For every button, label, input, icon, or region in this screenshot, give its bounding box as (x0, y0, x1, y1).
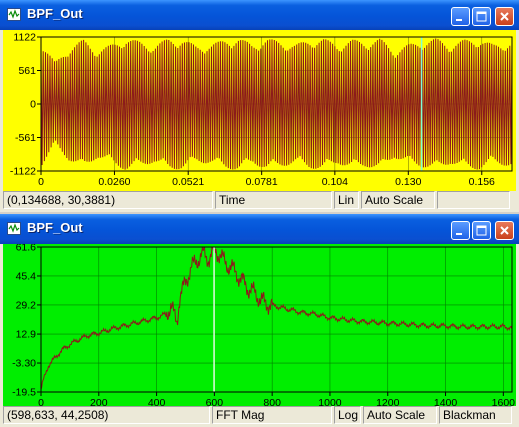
close-button[interactable] (495, 221, 514, 240)
maximize-button[interactable] (472, 221, 491, 240)
window-title: BPF_Out (27, 6, 83, 21)
waveform-icon (7, 8, 21, 21)
x-quantity-label: Time (215, 191, 332, 209)
y-tick-label: 12.9 (16, 329, 37, 341)
y-tick-label: 29.2 (16, 299, 37, 311)
y-tick-label: 45.4 (16, 270, 37, 282)
x-tick-label: 0.0260 (98, 176, 130, 188)
x-tick-label: 1200 (376, 397, 400, 406)
x-tick-label: 0.156 (469, 176, 495, 188)
minimize-button[interactable] (451, 221, 470, 240)
x-tick-label: 1600 (492, 397, 516, 406)
y-tick-label: -19.5 (12, 387, 36, 399)
time-waveform-chart[interactable]: 11225610-561-11220 0.0260 0.0521 0.0781 0.10… (3, 30, 516, 191)
cursor-coordinates: (0,134688, 30,3881) (3, 191, 213, 209)
x-tick-label: 200 (90, 397, 108, 406)
title-bar[interactable]: BPF_Out (0, 0, 519, 30)
fft-magnitude-chart[interactable]: 61.6 45.4 29.2 12.9 -3.30 -19.50 200 400 600 800 1… (3, 244, 516, 406)
y-tick-label: 1122 (13, 32, 36, 44)
fft-plot-window[interactable]: BPF_Out 61.6 45.4 29.2 12.9 -3.30 -19.5 0 200 40… (0, 214, 519, 427)
scale-mode-toggle[interactable]: Lin (334, 191, 359, 209)
x-tick-label: 0 (38, 176, 44, 188)
close-button[interactable] (495, 7, 514, 26)
window-function-label (437, 191, 510, 209)
scale-mode-toggle[interactable]: Log (334, 406, 361, 424)
x-tick-label: 0.130 (395, 176, 421, 188)
y-tick-label: -561 (15, 132, 36, 144)
waveform-icon (7, 222, 21, 235)
auto-scale-toggle[interactable]: Auto Scale (361, 191, 435, 209)
y-tick-label: -1122 (10, 166, 36, 178)
window-title: BPF_Out (27, 220, 83, 235)
x-quantity-label: FFT Mag (212, 406, 332, 424)
status-bar: (598,633, 44,2508) FFT Mag Log Auto Scal… (3, 406, 516, 424)
maximize-button[interactable] (472, 7, 491, 26)
time-waveform-plot[interactable]: 1122 561 0 -561 -1122 0 0.0260 0.0521 0.0781 0.10… (3, 30, 516, 191)
window-function-label: Blackman (439, 406, 512, 424)
x-tick-label: 0.0521 (172, 176, 204, 188)
x-tick-label: 1400 (434, 397, 458, 406)
y-tick-label: -3.30 (12, 358, 36, 370)
x-tick-label: 0 (38, 397, 44, 406)
x-tick-label: 0.0781 (246, 176, 278, 188)
y-tick-label: 61.6 (16, 244, 37, 254)
x-tick-label: 600 (206, 397, 224, 406)
auto-scale-toggle[interactable]: Auto Scale (363, 406, 437, 424)
status-bar: (0,134688, 30,3881) Time Lin Auto Scale (3, 191, 516, 209)
x-tick-label: 400 (148, 397, 166, 406)
x-tick-label: 1000 (318, 397, 342, 406)
title-bar[interactable]: BPF_Out (0, 214, 519, 244)
x-tick-label: 800 (263, 397, 281, 406)
time-plot-window[interactable]: BPF_Out 1122 561 0 -561 -1122 0 0.0260 0.0521 0.… (0, 0, 519, 212)
y-tick-label: 0 (30, 99, 36, 111)
x-tick-label: 0.104 (322, 176, 348, 188)
fft-magnitude-plot[interactable]: 61.6 45.4 29.2 12.9 -3.30 -19.5 0 200 400 600 800 1… (3, 244, 516, 406)
y-tick-label: 561 (18, 65, 36, 77)
minimize-button[interactable] (451, 7, 470, 26)
cursor-coordinates: (598,633, 44,2508) (3, 406, 210, 424)
